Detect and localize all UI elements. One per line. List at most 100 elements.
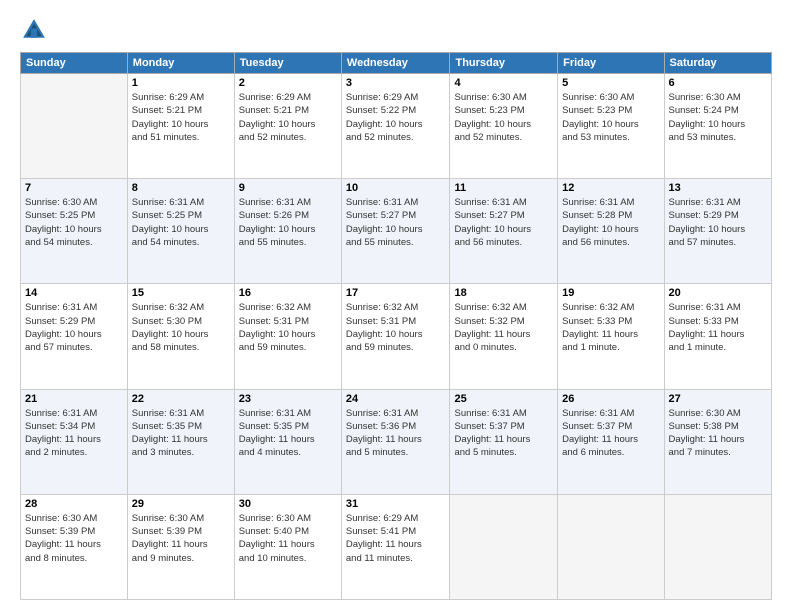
day-info: Sunrise: 6:30 AMSunset: 5:38 PMDaylight:… <box>669 407 768 460</box>
calendar-cell: 29 Sunrise: 6:30 AMSunset: 5:39 PMDayligh… <box>127 494 234 599</box>
calendar-cell <box>558 494 664 599</box>
col-header-monday: Monday <box>127 53 234 74</box>
day-info: Sunrise: 6:32 AMSunset: 5:32 PMDaylight:… <box>454 301 553 354</box>
day-info: Sunrise: 6:31 AMSunset: 5:37 PMDaylight:… <box>562 407 659 460</box>
day-number: 8 <box>132 182 230 194</box>
day-number: 25 <box>454 393 553 405</box>
day-number: 29 <box>132 498 230 510</box>
calendar-cell: 24Sunrise: 6:31 AMSunset: 5:36 PMDayligh… <box>341 389 450 494</box>
calendar-cell: 19Sunrise: 6:32 AMSunset: 5:33 PMDayligh… <box>558 284 664 389</box>
day-info: Sunrise: 6:31 AMSunset: 5:27 PMDaylight:… <box>454 196 553 249</box>
calendar-cell: 5 Sunrise: 6:30 AMSunset: 5:23 PMDaylight… <box>558 74 664 179</box>
day-info: Sunrise: 6:32 AMSunset: 5:33 PMDaylight:… <box>562 301 659 354</box>
calendar-cell: 3 Sunrise: 6:29 AMSunset: 5:22 PMDaylight… <box>341 74 450 179</box>
col-header-tuesday: Tuesday <box>234 53 341 74</box>
day-info: Sunrise: 6:29 AMSunset: 5:41 PMDaylight:… <box>346 512 446 565</box>
calendar-cell <box>450 494 558 599</box>
calendar-cell: 2 Sunrise: 6:29 AMSunset: 5:21 PMDaylight… <box>234 74 341 179</box>
day-number: 15 <box>132 287 230 299</box>
day-number: 28 <box>25 498 123 510</box>
page: SundayMondayTuesdayWednesdayThursdayFrid… <box>0 0 792 612</box>
calendar-header-row: SundayMondayTuesdayWednesdayThursdayFrid… <box>21 53 772 74</box>
day-info: Sunrise: 6:31 AMSunset: 5:37 PMDaylight:… <box>454 407 553 460</box>
day-number: 22 <box>132 393 230 405</box>
calendar-cell: 12 Sunrise: 6:31 AMSunset: 5:28 PMDayligh… <box>558 179 664 284</box>
day-info: Sunrise: 6:31 AMSunset: 5:35 PMDaylight:… <box>239 407 337 460</box>
calendar-cell: 28 Sunrise: 6:30 AMSunset: 5:39 PMDayligh… <box>21 494 128 599</box>
day-info: Sunrise: 6:31 AMSunset: 5:35 PMDaylight:… <box>132 407 230 460</box>
calendar-cell: 31 Sunrise: 6:29 AMSunset: 5:41 PMDayligh… <box>341 494 450 599</box>
calendar-week-row: 1 Sunrise: 6:29 AMSunset: 5:21 PMDaylight… <box>21 74 772 179</box>
calendar-cell: 20Sunrise: 6:31 AMSunset: 5:33 PMDayligh… <box>664 284 772 389</box>
calendar-week-row: 7Sunrise: 6:30 AMSunset: 5:25 PMDaylight… <box>21 179 772 284</box>
day-number: 21 <box>25 393 123 405</box>
day-number: 30 <box>239 498 337 510</box>
day-info: Sunrise: 6:30 AMSunset: 5:25 PMDaylight:… <box>25 196 123 249</box>
day-number: 3 <box>346 77 446 89</box>
calendar-cell: 13Sunrise: 6:31 AMSunset: 5:29 PMDayligh… <box>664 179 772 284</box>
day-number: 24 <box>346 393 446 405</box>
calendar-cell: 7Sunrise: 6:30 AMSunset: 5:25 PMDaylight… <box>21 179 128 284</box>
calendar-cell: 8 Sunrise: 6:31 AMSunset: 5:25 PMDaylight… <box>127 179 234 284</box>
day-info: Sunrise: 6:29 AMSunset: 5:22 PMDaylight:… <box>346 91 446 144</box>
day-number: 31 <box>346 498 446 510</box>
day-number: 4 <box>454 77 553 89</box>
calendar-week-row: 28 Sunrise: 6:30 AMSunset: 5:39 PMDayligh… <box>21 494 772 599</box>
col-header-saturday: Saturday <box>664 53 772 74</box>
day-number: 1 <box>132 77 230 89</box>
calendar-body: 1 Sunrise: 6:29 AMSunset: 5:21 PMDaylight… <box>21 74 772 600</box>
day-number: 5 <box>562 77 659 89</box>
day-number: 11 <box>454 182 553 194</box>
day-number: 16 <box>239 287 337 299</box>
day-info: Sunrise: 6:30 AMSunset: 5:24 PMDaylight:… <box>669 91 768 144</box>
day-number: 13 <box>669 182 768 194</box>
calendar-table: SundayMondayTuesdayWednesdayThursdayFrid… <box>20 52 772 600</box>
calendar-cell: 4 Sunrise: 6:30 AMSunset: 5:23 PMDaylight… <box>450 74 558 179</box>
day-number: 12 <box>562 182 659 194</box>
day-info: Sunrise: 6:29 AMSunset: 5:21 PMDaylight:… <box>239 91 337 144</box>
logo-icon <box>20 16 48 44</box>
calendar-cell: 15Sunrise: 6:32 AMSunset: 5:30 PMDayligh… <box>127 284 234 389</box>
day-info: Sunrise: 6:31 AMSunset: 5:29 PMDaylight:… <box>25 301 123 354</box>
day-number: 26 <box>562 393 659 405</box>
calendar-cell: 17 Sunrise: 6:32 AMSunset: 5:31 PMDayligh… <box>341 284 450 389</box>
day-number: 27 <box>669 393 768 405</box>
day-number: 10 <box>346 182 446 194</box>
day-info: Sunrise: 6:31 AMSunset: 5:34 PMDaylight:… <box>25 407 123 460</box>
day-number: 2 <box>239 77 337 89</box>
calendar-cell: 6 Sunrise: 6:30 AMSunset: 5:24 PMDaylight… <box>664 74 772 179</box>
day-number: 18 <box>454 287 553 299</box>
day-number: 14 <box>25 287 123 299</box>
calendar-cell: 25 Sunrise: 6:31 AMSunset: 5:37 PMDayligh… <box>450 389 558 494</box>
col-header-thursday: Thursday <box>450 53 558 74</box>
day-info: Sunrise: 6:31 AMSunset: 5:25 PMDaylight:… <box>132 196 230 249</box>
calendar-cell: 1 Sunrise: 6:29 AMSunset: 5:21 PMDaylight… <box>127 74 234 179</box>
day-info: Sunrise: 6:30 AMSunset: 5:39 PMDaylight:… <box>25 512 123 565</box>
calendar-cell: 9 Sunrise: 6:31 AMSunset: 5:26 PMDaylight… <box>234 179 341 284</box>
day-info: Sunrise: 6:30 AMSunset: 5:23 PMDaylight:… <box>562 91 659 144</box>
day-info: Sunrise: 6:32 AMSunset: 5:31 PMDaylight:… <box>239 301 337 354</box>
day-info: Sunrise: 6:32 AMSunset: 5:31 PMDaylight:… <box>346 301 446 354</box>
day-number: 17 <box>346 287 446 299</box>
day-info: Sunrise: 6:30 AMSunset: 5:39 PMDaylight:… <box>132 512 230 565</box>
calendar-cell <box>664 494 772 599</box>
day-info: Sunrise: 6:31 AMSunset: 5:26 PMDaylight:… <box>239 196 337 249</box>
day-number: 9 <box>239 182 337 194</box>
calendar-cell: 11 Sunrise: 6:31 AMSunset: 5:27 PMDayligh… <box>450 179 558 284</box>
calendar-cell: 14 Sunrise: 6:31 AMSunset: 5:29 PMDayligh… <box>21 284 128 389</box>
day-number: 6 <box>669 77 768 89</box>
day-info: Sunrise: 6:30 AMSunset: 5:40 PMDaylight:… <box>239 512 337 565</box>
calendar-cell: 16 Sunrise: 6:32 AMSunset: 5:31 PMDayligh… <box>234 284 341 389</box>
calendar-cell <box>21 74 128 179</box>
day-number: 23 <box>239 393 337 405</box>
calendar-cell: 30 Sunrise: 6:30 AMSunset: 5:40 PMDayligh… <box>234 494 341 599</box>
day-info: Sunrise: 6:31 AMSunset: 5:27 PMDaylight:… <box>346 196 446 249</box>
header <box>20 16 772 44</box>
calendar-cell: 26 Sunrise: 6:31 AMSunset: 5:37 PMDayligh… <box>558 389 664 494</box>
calendar-week-row: 21 Sunrise: 6:31 AMSunset: 5:34 PMDayligh… <box>21 389 772 494</box>
day-info: Sunrise: 6:30 AMSunset: 5:23 PMDaylight:… <box>454 91 553 144</box>
day-info: Sunrise: 6:31 AMSunset: 5:28 PMDaylight:… <box>562 196 659 249</box>
calendar-week-row: 14 Sunrise: 6:31 AMSunset: 5:29 PMDayligh… <box>21 284 772 389</box>
day-info: Sunrise: 6:29 AMSunset: 5:21 PMDaylight:… <box>132 91 230 144</box>
col-header-friday: Friday <box>558 53 664 74</box>
